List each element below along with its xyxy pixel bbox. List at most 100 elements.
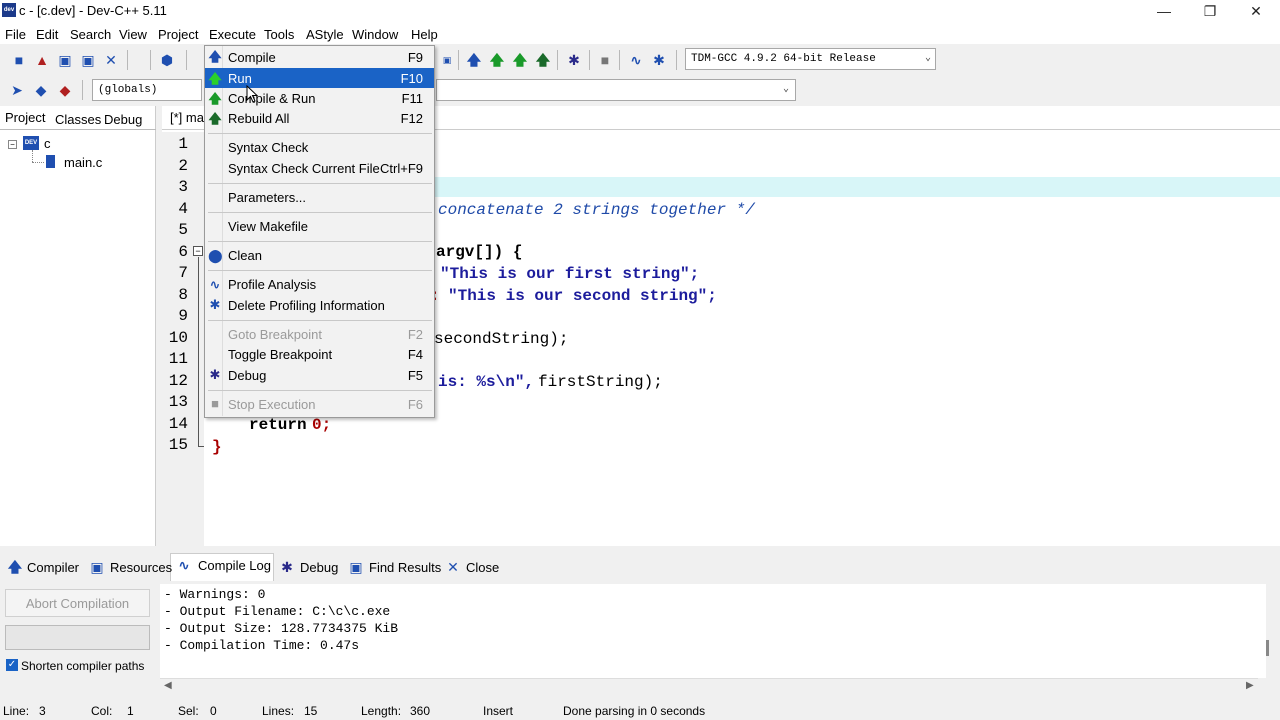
- code-return-keyword: return: [249, 416, 317, 434]
- scroll-left-icon[interactable]: ◀: [164, 680, 172, 691]
- compile-icon[interactable]: 🡅: [465, 51, 483, 69]
- code-closing-brace: }: [212, 438, 222, 456]
- shortcut-toggle-breakpoint: F4: [407, 347, 423, 362]
- menu-item-compile-run[interactable]: Compile & Run: [228, 91, 315, 106]
- tree-line: [32, 150, 33, 162]
- tab-debug[interactable]: Debug: [104, 112, 142, 127]
- line-number: 6: [178, 242, 188, 261]
- menu-separator: [208, 320, 432, 321]
- function-select[interactable]: ⌄: [436, 79, 796, 101]
- menu-item-toggle-breakpoint[interactable]: Toggle Breakpoint: [228, 347, 332, 362]
- shortcut-run: F10: [400, 71, 423, 86]
- print-icon[interactable]: ⬢: [158, 51, 176, 69]
- tree-collapse-icon[interactable]: −: [8, 140, 17, 149]
- rebuild-all-icon: 🡅: [208, 111, 222, 126]
- save-all-icon[interactable]: ▣: [79, 51, 97, 69]
- menu-item-clean[interactable]: Clean: [228, 248, 262, 263]
- delete-profiling-icon[interactable]: ✱: [650, 51, 668, 69]
- profile-analysis-icon[interactable]: ∿: [627, 51, 645, 69]
- shortcut-debug: F5: [407, 368, 423, 383]
- menu-search[interactable]: Search: [70, 27, 111, 42]
- menu-file[interactable]: File: [5, 27, 26, 42]
- horizontal-scrollbar[interactable]: [160, 678, 1258, 694]
- close-file-icon[interactable]: ✕: [102, 51, 120, 69]
- menu-item-compile[interactable]: Compile: [228, 50, 276, 65]
- tab-resources[interactable]: Resources: [110, 560, 172, 575]
- run-icon[interactable]: 🡅: [488, 51, 506, 69]
- menu-tools[interactable]: Tools: [264, 27, 294, 42]
- status-line-value: 3: [39, 704, 46, 718]
- menu-item-debug[interactable]: Debug: [228, 368, 266, 383]
- tree-item-main-c[interactable]: main.c: [64, 155, 102, 170]
- delete-profiling-icon: ✱: [209, 297, 221, 312]
- tab-debug-bottom[interactable]: Debug: [300, 560, 338, 575]
- toolbar-separator: [676, 50, 677, 70]
- menu-item-run[interactable]: Run: [228, 71, 252, 86]
- run-icon: 🡅: [208, 71, 222, 86]
- vertical-scrollbar-thumb[interactable]: [1266, 640, 1269, 656]
- toggle-bookmark-icon[interactable]: ◆: [56, 81, 74, 99]
- compile-run-icon: 🡅: [208, 91, 222, 106]
- chevron-down-icon: ⌄: [782, 84, 789, 95]
- stop-execution-icon[interactable]: ■: [596, 51, 614, 69]
- menu-item-goto-breakpoint: Goto Breakpoint: [228, 327, 322, 342]
- compiler-select[interactable]: TDM-GCC 4.9.2 64-bit Release ⌄: [685, 48, 936, 70]
- menu-item-profile-analysis[interactable]: Profile Analysis: [228, 277, 316, 292]
- mouse-cursor-icon: [246, 85, 258, 103]
- scope-select[interactable]: (globals): [92, 79, 202, 101]
- insert-bookmark-icon[interactable]: ◆: [32, 81, 50, 99]
- debug-icon[interactable]: ✱: [565, 51, 583, 69]
- shorten-paths-checkbox[interactable]: ✓: [6, 659, 18, 671]
- line-number: 12: [168, 371, 188, 390]
- menu-item-parameters[interactable]: Parameters...: [228, 190, 306, 205]
- minimize-button[interactable]: —: [1141, 0, 1187, 23]
- menu-astyle[interactable]: AStyle: [306, 27, 344, 42]
- menu-view[interactable]: View: [119, 27, 147, 42]
- save-icon[interactable]: ▣: [56, 51, 74, 69]
- menu-item-syntax-check[interactable]: Syntax Check: [228, 140, 308, 155]
- close-icon[interactable]: ✕: [444, 558, 462, 576]
- project-icon: DEV: [23, 136, 39, 150]
- line-number: 8: [178, 285, 188, 304]
- status-length-value: 360: [410, 704, 431, 718]
- tab-compile-log[interactable]: Compile Log: [198, 558, 271, 573]
- status-insert-mode: Insert: [483, 704, 514, 718]
- menu-window[interactable]: Window: [352, 27, 398, 42]
- code-string-second: "This is our second string";: [448, 287, 717, 305]
- tab-close[interactable]: Close: [466, 560, 499, 575]
- menu-separator: [208, 241, 432, 242]
- line-number: 1: [178, 135, 188, 153]
- new-file-icon[interactable]: ■: [10, 51, 28, 69]
- tab-compiler[interactable]: Compiler: [27, 560, 79, 575]
- editor-tab[interactable]: [*] ma: [170, 110, 204, 125]
- compile-run-icon[interactable]: 🡅: [511, 51, 529, 69]
- shortcut-goto-breakpoint: F2: [407, 327, 423, 342]
- line-number: 10: [168, 328, 188, 347]
- close-button[interactable]: ✕: [1233, 0, 1279, 23]
- toolbar-separator: [589, 50, 590, 70]
- rebuild-all-icon[interactable]: 🡅: [534, 51, 552, 69]
- open-project-icon[interactable]: ▲: [33, 51, 51, 69]
- tab-project[interactable]: Project: [5, 110, 45, 125]
- menu-help[interactable]: Help: [411, 27, 438, 42]
- tab-find-results[interactable]: Find Results: [369, 560, 441, 575]
- fold-collapse-icon[interactable]: −: [193, 246, 203, 256]
- shortcut-rebuild-all: F12: [400, 111, 423, 126]
- menu-edit[interactable]: Edit: [36, 27, 58, 42]
- maximize-button[interactable]: ❐: [1187, 0, 1233, 23]
- tab-classes[interactable]: Classes: [55, 112, 101, 127]
- scroll-right-icon[interactable]: ▶: [1246, 680, 1254, 691]
- log-line: - Compilation Time: 0.47s: [164, 638, 360, 653]
- status-col-label: Col:: [91, 704, 113, 718]
- menu-execute[interactable]: Execute: [209, 27, 256, 42]
- window-title: c - [c.dev] - Dev-C++ 5.11: [19, 3, 167, 18]
- menu-item-delete-profiling[interactable]: Delete Profiling Information: [228, 298, 385, 313]
- goto-icon[interactable]: ➤: [8, 81, 26, 99]
- tree-item-project[interactable]: c: [44, 136, 51, 151]
- menu-project[interactable]: Project: [158, 27, 198, 42]
- menu-item-rebuild-all[interactable]: Rebuild All: [228, 111, 289, 126]
- menu-item-view-makefile[interactable]: View Makefile: [228, 219, 308, 234]
- project-options-icon[interactable]: ▣: [438, 51, 456, 69]
- menu-gutter-line: [222, 46, 223, 416]
- status-col-value: 1: [127, 704, 134, 718]
